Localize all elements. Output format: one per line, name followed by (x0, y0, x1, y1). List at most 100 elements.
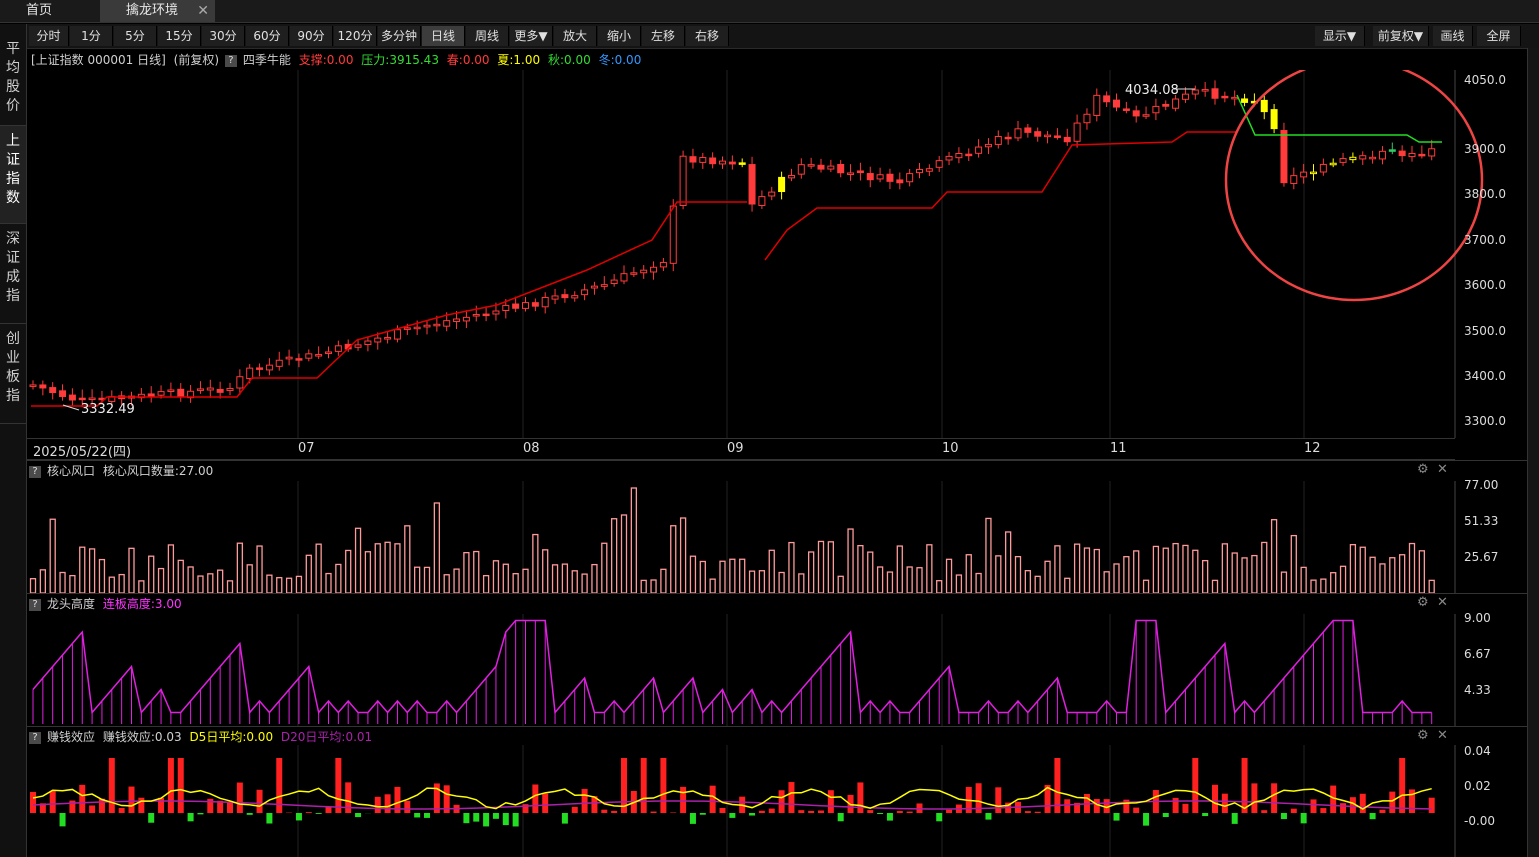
core-theme-bar (276, 577, 283, 593)
adjust-menu-button[interactable]: 前复权▼ (1373, 26, 1429, 46)
sidebar-item-chinext[interactable]: 创业板指 (0, 324, 26, 424)
candle-body (679, 155, 687, 206)
high-annotation: 4034.08 (1125, 83, 1179, 98)
core-theme-bar (1182, 544, 1189, 593)
help-icon[interactable]: ? (29, 465, 41, 478)
candle-body (797, 164, 805, 175)
core-theme-bar (98, 558, 106, 593)
period-15min[interactable]: 15分 (158, 26, 201, 46)
help-icon[interactable]: ? (29, 731, 41, 744)
core-theme-bar (1014, 555, 1022, 593)
move-left-button[interactable]: 左移 (642, 26, 685, 46)
period-daily[interactable]: 日线 (422, 26, 465, 46)
candle-body (206, 387, 214, 391)
period-multi-min[interactable]: 多分钟 (378, 26, 421, 46)
sidebar-item-shenzhen[interactable]: 深证成指 (0, 224, 26, 324)
period-weekly[interactable]: 周线 (466, 26, 509, 46)
profit-bar-up (1359, 793, 1366, 813)
close-icon[interactable]: ✕ (1437, 728, 1448, 743)
pane3-header: ? 赚钱效应 赚钱效应:0.03 D5日平均:0.00 D20日平均:0.01 (27, 727, 372, 747)
profit-bar-up (108, 758, 115, 813)
period-5min[interactable]: 5分 (114, 26, 157, 46)
period-30min[interactable]: 30分 (202, 26, 245, 46)
candle-body (265, 364, 273, 371)
candle-body (482, 313, 490, 317)
profit-bar-up (325, 807, 332, 813)
period-120min[interactable]: 120分 (334, 26, 377, 46)
scrollbar[interactable] (1527, 48, 1539, 857)
profit-bar-down (837, 813, 844, 822)
display-menu-button[interactable]: 显示▼ (1315, 26, 1365, 46)
gear-icon[interactable]: ⚙ (1417, 728, 1429, 743)
move-right-button[interactable]: 右移 (686, 26, 729, 46)
sidebar-item-avg-price[interactable]: 平均股价 (0, 34, 26, 126)
core-theme-bar (571, 570, 578, 593)
sidebar-item-shanghai[interactable]: 上证指数 (0, 126, 26, 224)
core-theme-bar (29, 578, 37, 593)
core-theme-bar (748, 570, 756, 593)
core-theme-bar (630, 487, 637, 593)
candle-body (315, 354, 323, 357)
core-theme-bar (758, 570, 766, 593)
core-theme-bar (236, 542, 244, 593)
profit-bar-up (1024, 811, 1031, 813)
period-60min[interactable]: 60分 (246, 26, 289, 46)
core-theme-bar (551, 564, 559, 593)
period-fenshi[interactable]: 分时 (29, 26, 69, 46)
candle-body (1172, 98, 1180, 109)
candle-body (935, 160, 943, 168)
profit-bar-up (778, 790, 785, 813)
tab-qinlong[interactable]: 擒龙环境 ✕ (100, 0, 215, 22)
draw-line-button[interactable]: 画线 (1433, 26, 1473, 46)
core-theme-bar (49, 518, 56, 593)
fullscreen-button[interactable]: 全屏 (1477, 26, 1521, 46)
profit-bar-up (995, 787, 1002, 813)
candlestick-chart[interactable] (27, 70, 1527, 438)
core-theme-bar (581, 573, 588, 593)
candle-body (896, 179, 904, 184)
profit-bar-up (1389, 791, 1396, 813)
gear-icon[interactable]: ⚙ (1417, 462, 1429, 477)
core-theme-bar (197, 575, 204, 593)
core-theme-bar (896, 545, 903, 593)
core-theme-bar (1231, 552, 1238, 593)
profit-bar-up (680, 786, 687, 813)
period-1min[interactable]: 1分 (70, 26, 113, 46)
more-button[interactable]: 更多▼ (510, 26, 553, 46)
candle-body (659, 261, 667, 268)
toolbar: 分时 1分 5分 15分 30分 60分 90分 120分 多分钟 日线 周线 … (27, 24, 1539, 49)
tab-bar: 首页 擒龙环境 ✕ (0, 0, 1539, 23)
candle-body (305, 353, 313, 359)
period-90min[interactable]: 90分 (290, 26, 333, 46)
candle-body (531, 302, 539, 307)
zoom-in-button[interactable]: 放大 (554, 26, 597, 46)
core-theme-bar (69, 574, 76, 593)
candle-body (1290, 175, 1298, 184)
tab-home[interactable]: 首页 (0, 0, 100, 22)
support-value: 支撑:0.00 (298, 53, 354, 67)
profit-bar-up (1172, 797, 1179, 813)
profit-bar-up (611, 810, 618, 813)
support-line (764, 131, 1237, 261)
candle-body (994, 136, 1002, 145)
close-icon[interactable]: ✕ (197, 0, 209, 22)
help-icon[interactable]: ? (29, 598, 41, 611)
profit-bar-up (1192, 758, 1199, 813)
help-icon[interactable]: ? (224, 54, 237, 67)
candle-body (1122, 108, 1130, 111)
candle-body (88, 397, 96, 401)
candle-body (1388, 149, 1396, 152)
candle-body (748, 164, 756, 205)
candle-body (738, 162, 746, 165)
candle-body (196, 388, 204, 391)
core-theme-bar (670, 525, 677, 593)
profit-bar-up (1330, 785, 1337, 813)
gear-icon[interactable]: ⚙ (1417, 595, 1429, 610)
zoom-out-button[interactable]: 缩小 (598, 26, 641, 46)
candle-body (1280, 130, 1288, 184)
profit-bar-up (30, 791, 36, 813)
close-icon[interactable]: ✕ (1437, 595, 1448, 610)
core-theme-bar (177, 559, 184, 593)
profit-bar-up (404, 800, 411, 813)
close-icon[interactable]: ✕ (1437, 462, 1448, 477)
